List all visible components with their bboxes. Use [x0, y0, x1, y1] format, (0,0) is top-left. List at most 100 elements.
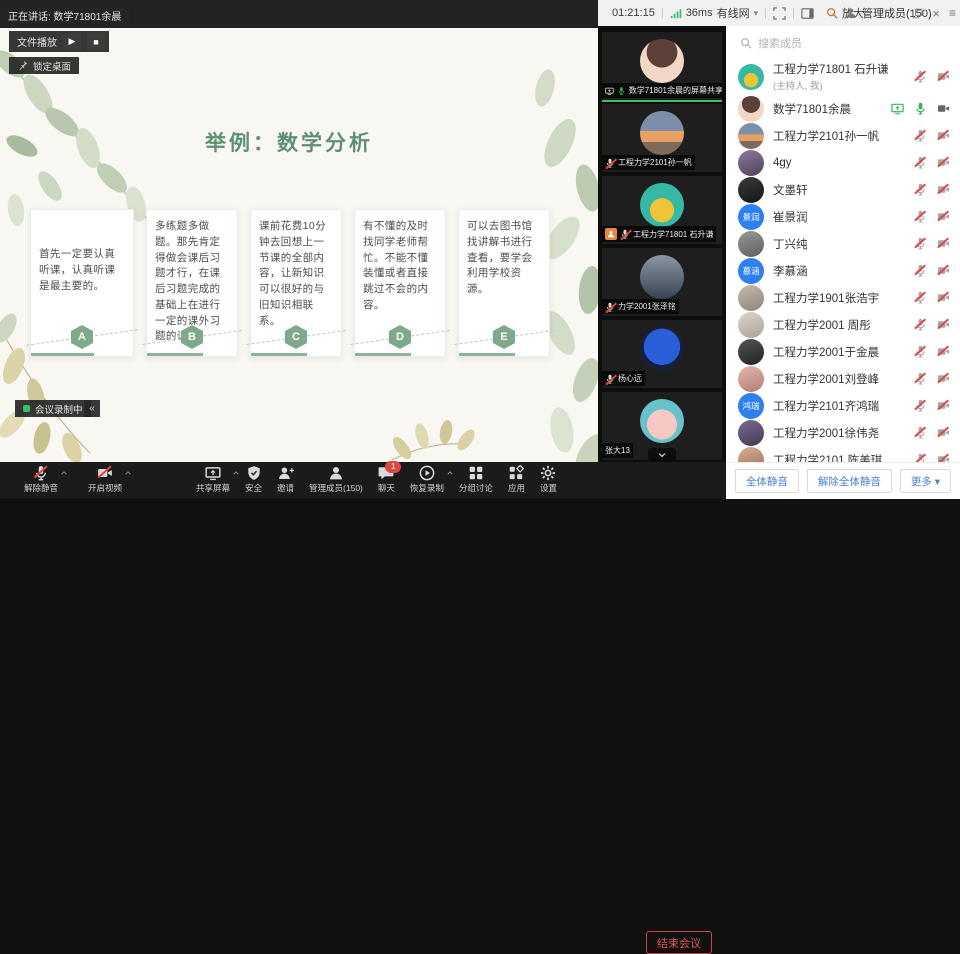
member-row[interactable]: 工程力学1901张浩宇: [726, 284, 960, 311]
popout-icon[interactable]: [912, 8, 923, 19]
start-video-button[interactable]: 开启视频: [88, 465, 122, 494]
member-row[interactable]: 文墨轩: [726, 176, 960, 203]
members-panel: 搜索成员 工程力学71801 石升谦 (主持人, 我) 数学71801余晨: [726, 26, 960, 462]
member-row[interactable]: 鸿瑞 工程力学2101齐鸿瑞: [726, 392, 960, 419]
mic-muted-icon[interactable]: [914, 426, 927, 439]
member-row[interactable]: 工程力学2101孙一帆: [726, 122, 960, 149]
member-row[interactable]: 丁兴纯: [726, 230, 960, 257]
camera-off-icon[interactable]: [937, 291, 950, 304]
mic-muted-icon[interactable]: [914, 345, 927, 358]
camera-off-icon[interactable]: [937, 70, 950, 83]
chevron-up-icon[interactable]: [60, 469, 68, 477]
member-row[interactable]: 工程力学2001刘登峰: [726, 365, 960, 392]
member-row[interactable]: 景润 崔景润: [726, 203, 960, 230]
member-row[interactable]: 工程力学2101 陈美琪: [726, 446, 960, 462]
mic-muted-icon[interactable]: [914, 210, 927, 223]
card-letter-badge: E: [493, 325, 515, 349]
mic-muted-icon[interactable]: [914, 291, 927, 304]
mic-on-icon[interactable]: [914, 102, 927, 115]
end-meeting-button[interactable]: 结束会议: [646, 931, 712, 954]
video-tile[interactable]: 力学2001张泽铭: [602, 248, 722, 316]
avatar: [738, 64, 764, 90]
camera-off-icon[interactable]: [937, 345, 950, 358]
manage-members-button[interactable]: 管理成员(150): [309, 465, 363, 494]
camera-off-icon[interactable]: [937, 318, 950, 331]
mic-muted-icon[interactable]: [914, 70, 927, 83]
collapse-overlay-button[interactable]: «: [84, 400, 100, 417]
mic-muted-icon[interactable]: [914, 237, 927, 250]
camera-off-icon[interactable]: [937, 453, 950, 462]
mic-muted-icon[interactable]: [914, 156, 927, 169]
play-button[interactable]: ▶: [63, 33, 81, 50]
card-text: 课前花费10分钟去回想上一节课的全部内容，让新知识可以很好的与旧知识相联系。: [259, 219, 333, 329]
mic-muted-icon[interactable]: [914, 453, 927, 462]
participant-name: 工程力学71801 石升谦: [633, 229, 713, 240]
mic-muted-icon[interactable]: [914, 318, 927, 331]
mic-muted-icon[interactable]: [914, 399, 927, 412]
security-button[interactable]: 安全: [245, 465, 262, 494]
gear-icon: [540, 465, 556, 481]
member-row[interactable]: 工程力学71801 石升谦 (主持人, 我): [726, 58, 960, 95]
member-row[interactable]: 慕涵 李慕涵: [726, 257, 960, 284]
apps-button[interactable]: 应用: [508, 465, 525, 494]
fullscreen-icon[interactable]: [773, 7, 786, 20]
invite-button[interactable]: 邀请: [277, 465, 294, 494]
mic-muted-icon[interactable]: [914, 372, 927, 385]
shield-icon: [246, 465, 262, 481]
mic-muted-icon[interactable]: [914, 129, 927, 142]
member-row[interactable]: 数学71801余晨: [726, 95, 960, 122]
camera-off-icon[interactable]: [937, 156, 950, 169]
member-row[interactable]: 工程力学2001徐伟尧: [726, 419, 960, 446]
unmute-button[interactable]: 解除静音: [24, 465, 58, 494]
member-row[interactable]: 工程力学2001 周彤: [726, 311, 960, 338]
pin-desktop-pill[interactable]: 锁定桌面: [9, 57, 79, 74]
chevron-up-icon[interactable]: [124, 469, 132, 477]
settings-button[interactable]: 设置: [540, 465, 557, 494]
breakout-rooms-button[interactable]: 分组讨论: [459, 465, 493, 494]
screen-share-icon: [205, 465, 221, 481]
mute-all-button[interactable]: 全体静音: [735, 469, 799, 493]
mic-muted-icon[interactable]: [914, 183, 927, 196]
member-row[interactable]: 4gy: [726, 149, 960, 176]
avatar: [738, 447, 764, 463]
mic-muted-icon[interactable]: [914, 264, 927, 277]
menu-icon[interactable]: ≡: [949, 6, 956, 20]
avatar: [738, 231, 764, 257]
close-icon[interactable]: ×: [932, 6, 940, 21]
shared-screen-area: 举例：数学分析 首先一定要认真听课，认真听课是最主要的。 A 多练题多做题。那先…: [0, 0, 598, 462]
meeting-top-bar: 01:21:15 | 36ms 有线网 ▾ | | 放大 管理成员(150) ×…: [598, 0, 960, 27]
camera-off-icon[interactable]: [937, 183, 950, 196]
card-text: 有不懂的及时找同学老师帮忙。不能不懂装懂或者直接跳过不会的内容。: [363, 219, 437, 314]
camera-icon[interactable]: [937, 102, 950, 115]
camera-off-icon[interactable]: [937, 210, 950, 223]
share-screen-button[interactable]: 共享屏幕: [196, 465, 230, 494]
chevron-up-icon[interactable]: [446, 469, 454, 477]
more-button[interactable]: 更多 ▾: [900, 469, 951, 493]
record-play-icon: [419, 465, 435, 481]
layout-toggle-icon[interactable]: [801, 7, 814, 20]
chevron-up-icon[interactable]: [232, 469, 240, 477]
chat-button[interactable]: 1 聊天: [378, 465, 395, 494]
camera-off-icon[interactable]: [937, 237, 950, 250]
speaking-indicator: 正在讲话: 数学71801余晨: [0, 6, 129, 24]
avatar: [640, 399, 684, 443]
camera-off-icon[interactable]: [937, 129, 950, 142]
camera-off-icon[interactable]: [937, 399, 950, 412]
stop-button[interactable]: ■: [87, 33, 105, 50]
signal-icon: [670, 7, 682, 19]
unmute-all-button[interactable]: 解除全体静音: [807, 469, 892, 493]
member-search-input[interactable]: 搜索成员: [740, 35, 802, 51]
strip-scroll-down-chevron[interactable]: [648, 448, 676, 461]
video-tile[interactable]: 工程力学71801 石升谦: [602, 176, 722, 244]
recording-label: 会议录制中: [35, 402, 83, 416]
member-row[interactable]: 工程力学2001于金晨: [726, 338, 960, 365]
video-tile[interactable]: 杨心远: [602, 320, 722, 388]
network-status[interactable]: 36ms 有线网 ▾: [670, 5, 758, 21]
camera-off-icon[interactable]: [937, 372, 950, 385]
video-tile[interactable]: 数学71801余晨的屏幕共享: [602, 32, 722, 102]
video-tile[interactable]: 工程力学2101孙一帆: [602, 104, 722, 172]
camera-off-icon[interactable]: [937, 264, 950, 277]
slide-cards: 首先一定要认真听课，认真听课是最主要的。 A 多练题多做题。那先肯定得做会课后习…: [30, 209, 550, 357]
resume-record-button[interactable]: 恢复录制: [410, 465, 444, 494]
camera-off-icon[interactable]: [937, 426, 950, 439]
